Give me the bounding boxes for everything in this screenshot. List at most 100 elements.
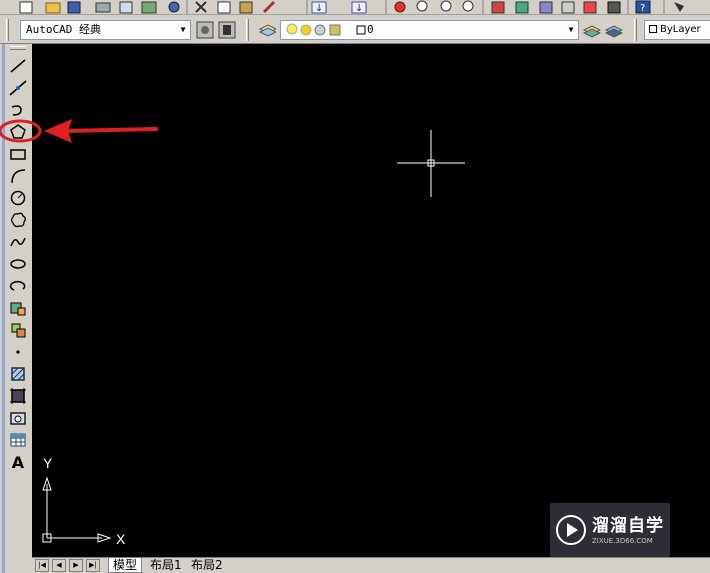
- multiline-text-tool[interactable]: A: [8, 452, 28, 472]
- ellipse-arc-icon: [9, 280, 26, 291]
- next-tab-button[interactable]: ▶: [69, 559, 83, 572]
- layer-on-bulb-icon: [286, 23, 298, 35]
- revision-cloud-icon: [10, 212, 26, 228]
- ucs-y-label: Y: [43, 455, 53, 471]
- zoom-previous-icon: [462, 0, 474, 12]
- pointer-icon: [674, 2, 684, 12]
- chevron-down-icon: ▼: [180, 25, 186, 34]
- last-tab-button[interactable]: ▶|: [86, 559, 100, 572]
- plot-icon: [95, 2, 111, 13]
- toolbar-grip[interactable]: [6, 19, 9, 41]
- match-prop-icon: [262, 0, 276, 14]
- layer-color-swatch-icon: [356, 25, 366, 35]
- layout-tab-bar: |◀ ◀ ▶ ▶| 模型 布局1 布局2: [32, 557, 710, 573]
- properties-icon: [491, 1, 505, 14]
- watermark: 溜溜自学 ZIXUE.3D66.COM: [550, 503, 670, 557]
- ucs-icon: [42, 476, 112, 543]
- layer-previous-icon[interactable]: [605, 21, 623, 39]
- toolbar-grip[interactable]: [10, 46, 26, 50]
- circle-tool[interactable]: [8, 188, 28, 208]
- gradient-tool[interactable]: [8, 386, 28, 406]
- text-tool-label: A: [11, 452, 25, 472]
- layer-thaw-sun-icon: [300, 24, 312, 36]
- spline-icon: [10, 237, 26, 247]
- prev-tab-button[interactable]: ◀: [52, 559, 66, 572]
- workspace-combo-value: AutoCAD 经典: [26, 23, 101, 36]
- linetype-combo[interactable]: ByLayer: [644, 20, 710, 40]
- hatch-tool[interactable]: [8, 364, 28, 384]
- linetype-combo-value: ByLayer: [660, 24, 701, 35]
- play-logo-icon: [556, 515, 586, 545]
- open-icon: [45, 2, 61, 14]
- workspace-layer-toolbar: AutoCAD 经典 ▼ 0 ▼ ByLayer: [0, 16, 710, 44]
- standard-toolbar: ↓ ↓ ?: [0, 0, 710, 15]
- spline-tool[interactable]: [8, 232, 28, 252]
- layer-combo-value: 0: [367, 23, 374, 36]
- line-icon: [10, 59, 26, 73]
- pan-icon: [394, 1, 406, 13]
- publish-icon: [141, 1, 157, 14]
- construction-line-icon: [9, 80, 27, 96]
- point-tool[interactable]: [8, 342, 28, 362]
- arc-tool[interactable]: [8, 166, 28, 186]
- toolbar-grip[interactable]: [634, 19, 637, 41]
- arrow-shaft: [62, 127, 158, 133]
- first-tab-button[interactable]: |◀: [35, 559, 49, 572]
- table-tool[interactable]: [8, 430, 28, 450]
- layer-vp-icon: [314, 24, 326, 36]
- hatch-icon: [11, 367, 25, 381]
- layer-combo[interactable]: 0 ▼: [280, 20, 579, 40]
- layer-manager-icon[interactable]: [258, 21, 276, 39]
- design-center-icon: [515, 1, 529, 14]
- ellipse-icon: [10, 259, 26, 269]
- workspace-save-icon[interactable]: [218, 21, 236, 39]
- circle-icon: [10, 190, 26, 206]
- standard-toolbar-icons: ↓ ↓ ?: [19, 0, 684, 14]
- undo-glyph: ↓: [315, 3, 323, 14]
- insert-block-tool[interactable]: [8, 298, 28, 318]
- zoom-realtime-icon: [416, 0, 428, 12]
- paste-icon: [239, 1, 253, 14]
- region-icon: [10, 412, 26, 425]
- point-icon: [16, 350, 20, 354]
- ellipse-tool[interactable]: [8, 254, 28, 274]
- toolbar-grip[interactable]: [246, 19, 249, 41]
- make-object-layer-current-icon[interactable]: [583, 21, 601, 39]
- zoom-window-icon: [440, 0, 452, 12]
- region-tool[interactable]: [8, 408, 28, 428]
- tab-layout2[interactable]: 布局2: [187, 558, 227, 573]
- chevron-down-icon: ▼: [568, 25, 574, 34]
- make-block-tool[interactable]: [8, 320, 28, 340]
- line-tool[interactable]: [8, 56, 28, 76]
- workspace-settings-icon[interactable]: [196, 21, 214, 39]
- table-icon: [10, 433, 26, 447]
- crosshair-cursor: [397, 130, 465, 197]
- markup-icon: [583, 1, 597, 14]
- arrow-head: [44, 119, 72, 143]
- layer-state-icons: [286, 23, 366, 36]
- construction-line-tool[interactable]: [8, 78, 28, 98]
- sheet-set-icon: [561, 1, 575, 14]
- ellipse-arc-tool[interactable]: [8, 276, 28, 296]
- tab-model[interactable]: 模型: [108, 558, 143, 573]
- copy-icon: [217, 1, 231, 14]
- arc-icon: [11, 169, 26, 184]
- watermark-subtitle: ZIXUE.3D66.COM: [592, 537, 653, 545]
- highlight-ellipse: [0, 119, 42, 143]
- calculator-icon: [607, 1, 621, 14]
- revision-cloud-tool[interactable]: [8, 210, 28, 230]
- cut-icon: [195, 1, 207, 13]
- make-block-icon: [11, 323, 26, 338]
- linetype-swatch-icon: [649, 25, 657, 33]
- ucs-x-label: X: [116, 531, 126, 547]
- watermark-title: 溜溜自学: [592, 516, 664, 536]
- preview-icon: [119, 1, 133, 14]
- redo-glyph: ↓: [355, 3, 363, 14]
- new-icon: [19, 1, 33, 14]
- annotation-arrow: [0, 119, 158, 143]
- layer-lock-icon: [329, 24, 341, 36]
- svg-text:?: ?: [640, 3, 645, 14]
- workspace-combo[interactable]: AutoCAD 经典 ▼: [20, 20, 191, 40]
- 3d-icon: [168, 1, 180, 13]
- tab-layout1[interactable]: 布局1: [146, 558, 186, 573]
